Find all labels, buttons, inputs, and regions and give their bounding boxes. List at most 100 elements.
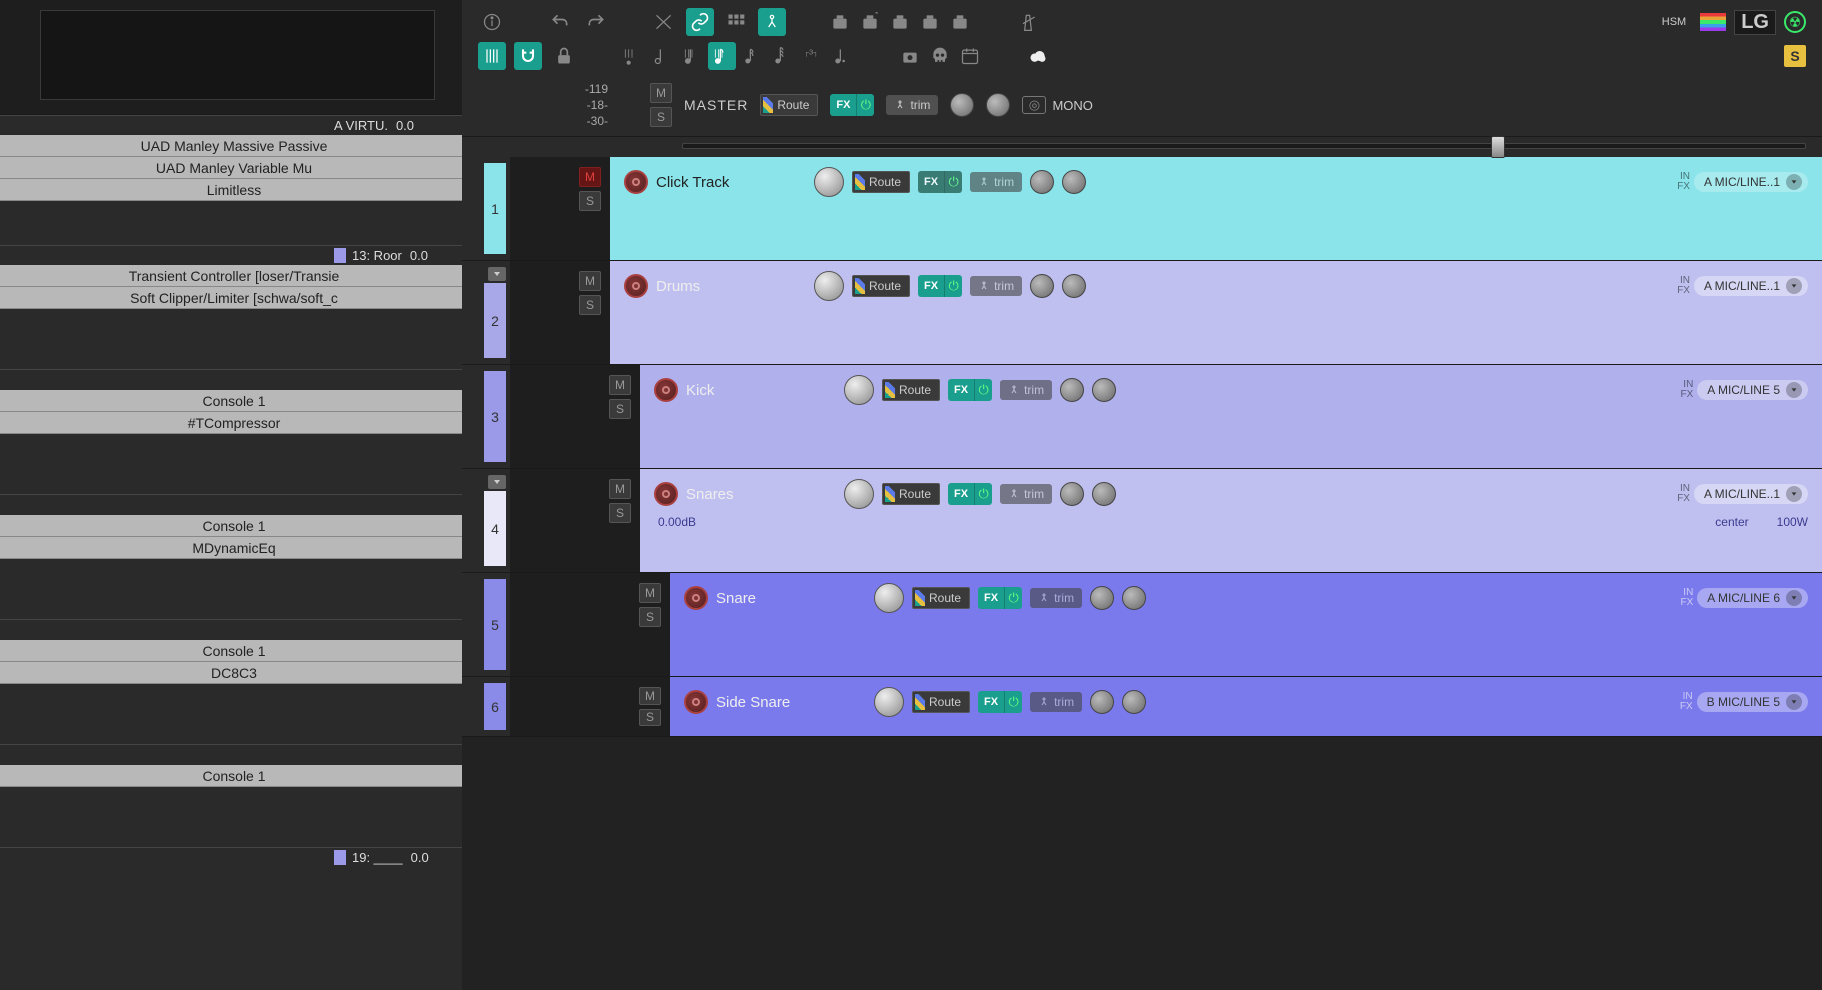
track-fx-button[interactable]: FX ⏻	[978, 587, 1022, 609]
track-volume-knob[interactable]	[814, 271, 844, 301]
note-dotted-icon[interactable]	[828, 42, 856, 70]
screenshot-icon[interactable]	[896, 42, 924, 70]
ripple-icon[interactable]	[758, 8, 786, 36]
track-route-button[interactable]: Route	[852, 275, 910, 297]
camera-1-icon[interactable]	[826, 8, 854, 36]
track-name[interactable]: Snare	[716, 590, 866, 607]
track-content[interactable]: Snare Route FX ⏻ trim INFX A MIC/LINE 6	[670, 573, 1822, 676]
track-number[interactable]: 1	[484, 163, 506, 254]
fx-plugin-row[interactable]: #TCompressor	[0, 412, 462, 434]
link-icon[interactable]	[686, 8, 714, 36]
track-fx-power-icon[interactable]: ⏻	[974, 379, 992, 401]
track-trim-button[interactable]: trim	[970, 172, 1022, 192]
track-trim-button[interactable]: trim	[970, 276, 1022, 296]
mono-icon[interactable]: ◎	[1022, 96, 1046, 114]
metronome-icon[interactable]	[1014, 8, 1042, 36]
note-whole-icon[interactable]	[618, 42, 646, 70]
track-number[interactable]: 2	[484, 283, 506, 358]
track-trim-button[interactable]: trim	[1000, 380, 1052, 400]
calendar-icon[interactable]	[956, 42, 984, 70]
track-fx-power-icon[interactable]: ⏻	[944, 275, 962, 297]
crossfade-icon[interactable]	[650, 8, 678, 36]
record-arm-button[interactable]	[684, 586, 708, 610]
track-route-button[interactable]: Route	[882, 483, 940, 505]
track-fx-button[interactable]: FX ⏻	[948, 483, 992, 505]
track-route-button[interactable]: Route	[912, 691, 970, 713]
fx-plugin-row[interactable]: Console 1	[0, 390, 462, 412]
track-route-button[interactable]: Route	[882, 379, 940, 401]
track-fx-button[interactable]: FX ⏻	[978, 691, 1022, 713]
track-number[interactable]: 6	[484, 683, 506, 730]
track-fx-button[interactable]: FX ⏻	[948, 379, 992, 401]
camera-2-icon[interactable]: *	[856, 8, 884, 36]
track-mute-button[interactable]: M	[609, 479, 631, 499]
track-volume-knob[interactable]	[874, 687, 904, 717]
grid-snap-icon[interactable]	[478, 42, 506, 70]
track-mute-button[interactable]: M	[609, 375, 631, 395]
track-fx-button[interactable]: FX ⏻	[918, 275, 962, 297]
track-fx-power-icon[interactable]: ⏻	[974, 483, 992, 505]
magnet-icon[interactable]	[514, 42, 542, 70]
note-half-icon[interactable]	[648, 42, 676, 70]
track-trim-button[interactable]: trim	[1030, 588, 1082, 608]
track-pan-knob[interactable]	[1030, 274, 1054, 298]
track-solo-button[interactable]: S	[609, 399, 631, 419]
track-mute-button[interactable]: M	[639, 583, 661, 603]
track-content[interactable]: Kick Route FX ⏻ trim INFX A MIC/LINE 5	[640, 365, 1822, 468]
track-pan-knob[interactable]	[1090, 586, 1114, 610]
track-number[interactable]: 4	[484, 491, 506, 566]
track-solo-button[interactable]: S	[639, 709, 661, 727]
record-arm-button[interactable]	[654, 378, 678, 402]
master-solo-button[interactable]: S	[650, 107, 672, 127]
track-fx-power-icon[interactable]: ⏻	[1004, 691, 1022, 713]
track-input-selector[interactable]: A MIC/LINE 6	[1697, 588, 1808, 608]
track-width-knob[interactable]	[1062, 274, 1086, 298]
master-trim-button[interactable]: trim	[886, 95, 938, 115]
track-name[interactable]: Click Track	[656, 174, 806, 191]
track-content[interactable]: Side Snare Route FX ⏻ trim INFX B MIC/LI…	[670, 677, 1822, 736]
track-route-button[interactable]: Route	[912, 587, 970, 609]
track-pan-knob[interactable]	[1060, 482, 1084, 506]
triplet-icon[interactable]: ┌3┐	[798, 42, 826, 70]
track-input-selector[interactable]: B MIC/LINE 5	[1697, 692, 1808, 712]
lock-icon[interactable]	[550, 42, 578, 70]
camera-4-icon[interactable]	[916, 8, 944, 36]
track-mute-button[interactable]: M	[579, 271, 601, 291]
track-content[interactable]: Drums Route FX ⏻ trim INFX A MIC/LINE..1	[610, 261, 1822, 364]
fx-plugin-row[interactable]: Console 1	[0, 515, 462, 537]
track-solo-button[interactable]: S	[609, 503, 631, 523]
master-fx-power-icon[interactable]: ⏻	[856, 94, 874, 116]
track-width-knob[interactable]	[1092, 482, 1116, 506]
track-width-knob[interactable]	[1122, 690, 1146, 714]
fx-plugin-row[interactable]: MDynamicEq	[0, 537, 462, 559]
fx-plugin-row[interactable]: Console 1	[0, 640, 462, 662]
record-arm-button[interactable]	[684, 690, 708, 714]
fx-plugin-row[interactable]: Console 1	[0, 765, 462, 787]
track-pan-knob[interactable]	[1060, 378, 1084, 402]
track-fx-power-icon[interactable]: ⏻	[944, 171, 962, 193]
track-width-knob[interactable]	[1092, 378, 1116, 402]
track-input-selector[interactable]: A MIC/LINE..1	[1694, 172, 1808, 192]
track-mute-button[interactable]: M	[639, 687, 661, 705]
skull-icon[interactable]	[926, 42, 954, 70]
track-fx-button[interactable]: FX ⏻	[918, 171, 962, 193]
track-content[interactable]: Snares Route FX ⏻ trim INFX A MIC/LINE..…	[640, 469, 1822, 572]
track-name[interactable]: Side Snare	[716, 694, 866, 711]
track-input-selector[interactable]: A MIC/LINE..1	[1694, 276, 1808, 296]
info-icon[interactable]	[478, 8, 506, 36]
radiation-icon[interactable]: ☢	[1784, 11, 1806, 33]
note-quarter-icon[interactable]	[678, 42, 706, 70]
lg-label[interactable]: LG	[1734, 10, 1776, 35]
track-solo-button[interactable]: S	[579, 295, 601, 315]
track-pan-knob[interactable]	[1030, 170, 1054, 194]
fx-plugin-row[interactable]: UAD Manley Massive Passive	[0, 135, 462, 157]
record-arm-button[interactable]	[654, 482, 678, 506]
camera-5-icon[interactable]	[946, 8, 974, 36]
master-mute-button[interactable]: M	[650, 83, 672, 103]
track-volume-knob[interactable]	[844, 479, 874, 509]
note-sixteenth-icon[interactable]	[738, 42, 766, 70]
track-number[interactable]: 5	[484, 579, 506, 670]
track-name[interactable]: Snares	[686, 486, 836, 503]
note-eighth-icon[interactable]	[708, 42, 736, 70]
track-volume-knob[interactable]	[874, 583, 904, 613]
